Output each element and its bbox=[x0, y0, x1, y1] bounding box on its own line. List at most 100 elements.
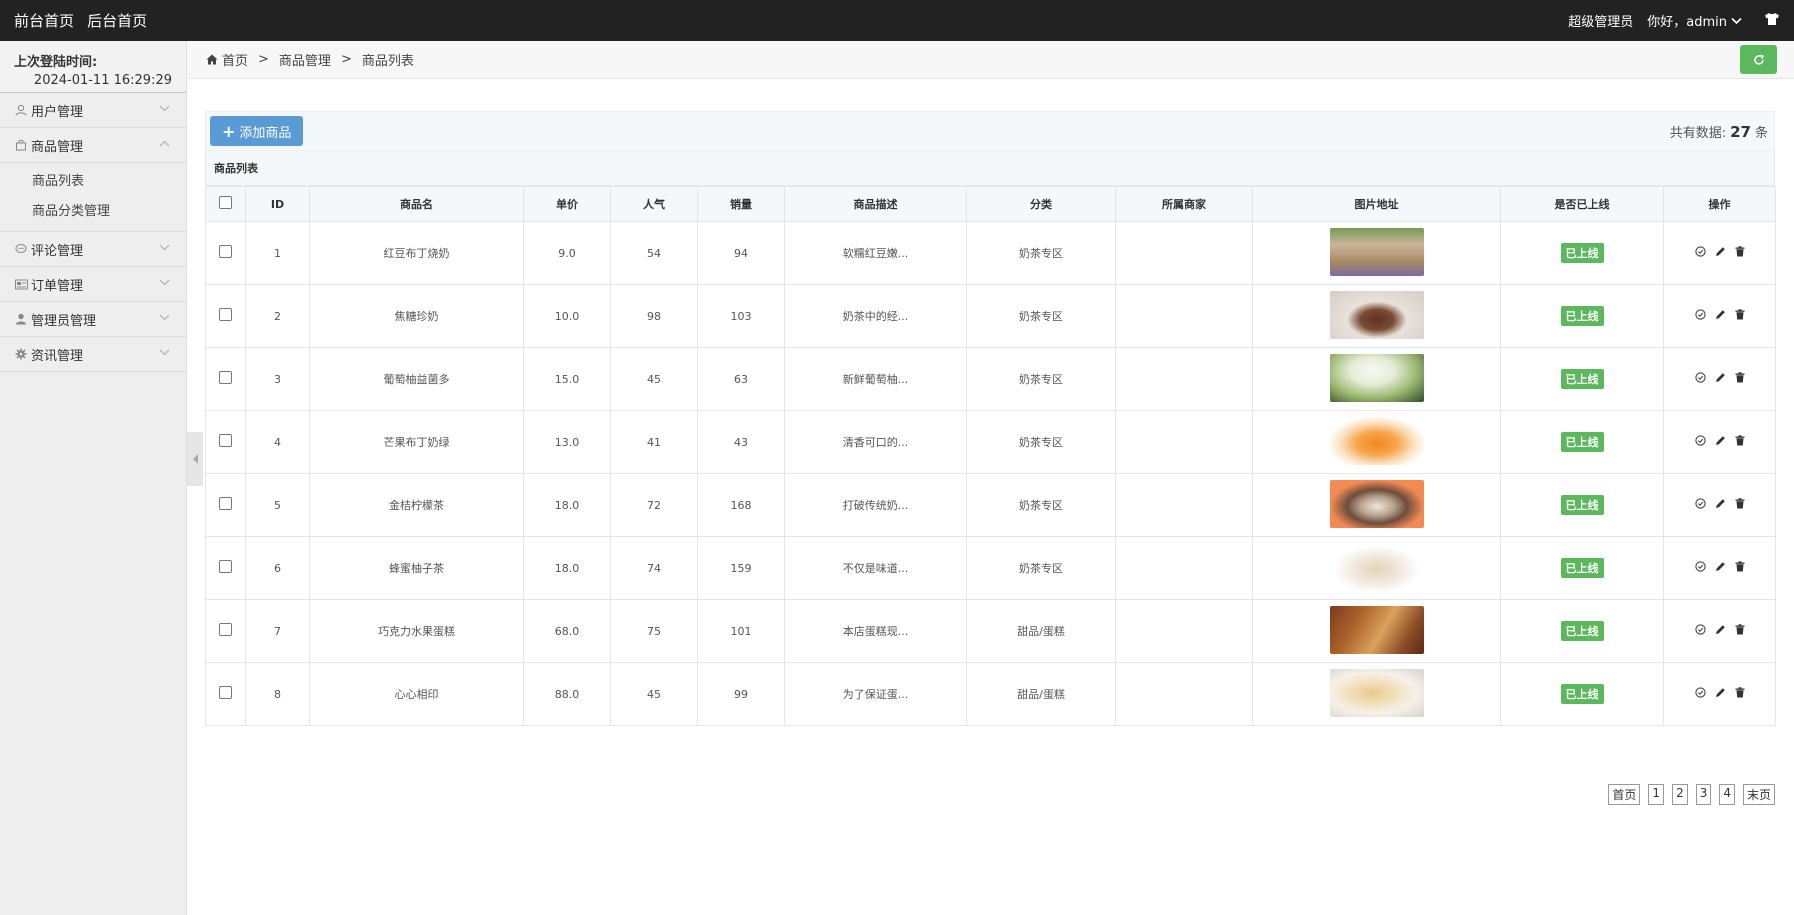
sidebar-collapse-toggle[interactable] bbox=[187, 432, 203, 486]
pager-page[interactable]: 2 bbox=[1672, 784, 1688, 805]
check-circle-icon[interactable] bbox=[1694, 687, 1706, 698]
sidebar-item-label: 管理员管理 bbox=[31, 313, 97, 329]
row-checkbox[interactable] bbox=[219, 497, 232, 510]
sidebar-item-product-management[interactable]: 商品管理 bbox=[0, 128, 186, 163]
cell-status: 已上线 bbox=[1500, 410, 1664, 474]
pager-last[interactable]: 末页 bbox=[1742, 784, 1775, 805]
home-icon bbox=[206, 54, 218, 65]
cell-image bbox=[1252, 536, 1501, 600]
status-badge: 已上线 bbox=[1560, 243, 1604, 263]
plus-icon: + bbox=[222, 121, 236, 141]
cell-status: 已上线 bbox=[1500, 599, 1664, 663]
select-all-checkbox[interactable] bbox=[219, 196, 232, 209]
row-checkbox[interactable] bbox=[219, 434, 232, 447]
cell-id: 3 bbox=[245, 347, 310, 411]
column-header: 所属商家 bbox=[1115, 186, 1253, 222]
product-thumbnail bbox=[1329, 479, 1424, 528]
add-product-label: 添加商品 bbox=[239, 125, 292, 141]
pencil-icon[interactable] bbox=[1715, 372, 1726, 383]
cell-price: 18.0 bbox=[523, 536, 611, 600]
trash-icon[interactable] bbox=[1735, 498, 1745, 509]
row-select-cell bbox=[205, 662, 246, 726]
pencil-icon[interactable] bbox=[1715, 498, 1726, 509]
refresh-button[interactable] bbox=[1740, 45, 1777, 74]
sidebar-item-order-management[interactable]: 订单管理 bbox=[0, 267, 186, 302]
pager-page[interactable]: 3 bbox=[1695, 784, 1712, 805]
trash-icon[interactable] bbox=[1735, 435, 1745, 446]
row-checkbox[interactable] bbox=[219, 371, 232, 384]
sidebar-item-label: 资讯管理 bbox=[31, 348, 84, 364]
row-checkbox[interactable] bbox=[219, 686, 232, 699]
cell-name: 心心相印 bbox=[309, 662, 524, 726]
breadcrumb-home[interactable]: 首页 bbox=[206, 50, 248, 69]
sidebar-subitem-product-list[interactable]: 商品列表 bbox=[0, 167, 186, 197]
cell-image bbox=[1252, 473, 1501, 537]
pencil-icon[interactable] bbox=[1715, 309, 1726, 320]
cell-description: 清香可口的... bbox=[784, 410, 967, 474]
check-circle-icon[interactable] bbox=[1694, 309, 1706, 320]
row-checkbox[interactable] bbox=[219, 245, 232, 258]
add-product-button[interactable]: + 添加商品 bbox=[210, 116, 304, 146]
table-row: 7 巧克力水果蛋糕 68.0 75 101 本店蛋糕现... 甜品/蛋糕 已上线 bbox=[205, 599, 1776, 663]
sidebar-item-admin-management[interactable]: 管理员管理 bbox=[0, 302, 186, 337]
cell-id: 6 bbox=[245, 536, 310, 600]
cell-category: 奶茶专区 bbox=[966, 536, 1116, 600]
pencil-icon[interactable] bbox=[1715, 435, 1726, 446]
pager-page[interactable]: 4 bbox=[1719, 784, 1735, 805]
chevron-down-icon bbox=[1731, 17, 1742, 24]
front-home-link[interactable]: 前台首页 bbox=[14, 12, 74, 30]
back-home-link[interactable]: 后台首页 bbox=[87, 12, 147, 30]
cell-image bbox=[1252, 347, 1501, 411]
column-header: 操作 bbox=[1663, 186, 1776, 222]
user-menu-toggle[interactable]: 你好，admin bbox=[1647, 11, 1742, 30]
status-badge: 已上线 bbox=[1560, 621, 1604, 641]
cell-price: 88.0 bbox=[523, 662, 611, 726]
cell-price: 10.0 bbox=[523, 284, 611, 348]
sidebar-item-comment-management[interactable]: 评论管理 bbox=[0, 232, 186, 267]
check-circle-icon[interactable] bbox=[1694, 246, 1706, 257]
cell-popularity: 45 bbox=[610, 347, 698, 411]
breadcrumb-separator: > bbox=[340, 52, 352, 67]
user-role: 超级管理员 bbox=[1568, 15, 1634, 30]
trash-icon[interactable] bbox=[1735, 687, 1745, 698]
tshirt-icon[interactable] bbox=[1764, 12, 1780, 30]
pencil-icon[interactable] bbox=[1715, 624, 1726, 635]
column-header: 商品描述 bbox=[784, 186, 967, 222]
cell-popularity: 74 bbox=[610, 536, 698, 600]
cell-price: 18.0 bbox=[523, 473, 611, 537]
pencil-icon[interactable] bbox=[1715, 246, 1726, 257]
check-circle-icon[interactable] bbox=[1694, 435, 1706, 446]
row-checkbox[interactable] bbox=[219, 308, 232, 321]
sidebar-item-news-management[interactable]: 资讯管理 bbox=[0, 337, 186, 372]
sidebar-subitem-category-management[interactable]: 商品分类管理 bbox=[0, 197, 186, 227]
check-circle-icon[interactable] bbox=[1694, 498, 1706, 509]
cell-sales: 101 bbox=[697, 599, 785, 663]
trash-icon[interactable] bbox=[1735, 624, 1745, 635]
comment-icon bbox=[14, 242, 28, 256]
cell-name: 芒果布丁奶绿 bbox=[309, 410, 524, 474]
sidebar-item-user-management[interactable]: 用户管理 bbox=[0, 93, 186, 128]
check-circle-icon[interactable] bbox=[1694, 372, 1706, 383]
status-badge: 已上线 bbox=[1560, 306, 1604, 326]
cell-category: 甜品/蛋糕 bbox=[966, 599, 1116, 663]
row-checkbox[interactable] bbox=[219, 560, 232, 573]
pager-page[interactable]: 1 bbox=[1648, 784, 1665, 805]
pencil-icon[interactable] bbox=[1715, 687, 1726, 698]
check-circle-icon[interactable] bbox=[1694, 624, 1706, 635]
trash-icon[interactable] bbox=[1735, 561, 1745, 572]
cell-category: 奶茶专区 bbox=[966, 221, 1116, 285]
row-checkbox[interactable] bbox=[219, 623, 232, 636]
pencil-icon[interactable] bbox=[1715, 561, 1726, 572]
user-icon bbox=[14, 103, 28, 117]
trash-icon[interactable] bbox=[1735, 246, 1745, 257]
cell-merchant bbox=[1115, 599, 1253, 663]
breadcrumb-product-management[interactable]: 商品管理 bbox=[279, 50, 331, 69]
pager-first[interactable]: 首页 bbox=[1608, 784, 1641, 805]
breadcrumb: 首页 > 商品管理 > 商品列表 bbox=[188, 41, 1794, 79]
check-circle-icon[interactable] bbox=[1694, 561, 1706, 572]
trash-icon[interactable] bbox=[1735, 372, 1745, 383]
status-badge: 已上线 bbox=[1560, 684, 1604, 704]
table-header-row: ID 商品名 单价 人气 销量 商品描述 分类 所属商家 图片地址 是否已上线 … bbox=[205, 186, 1776, 222]
cell-merchant bbox=[1115, 284, 1253, 348]
trash-icon[interactable] bbox=[1735, 309, 1745, 320]
